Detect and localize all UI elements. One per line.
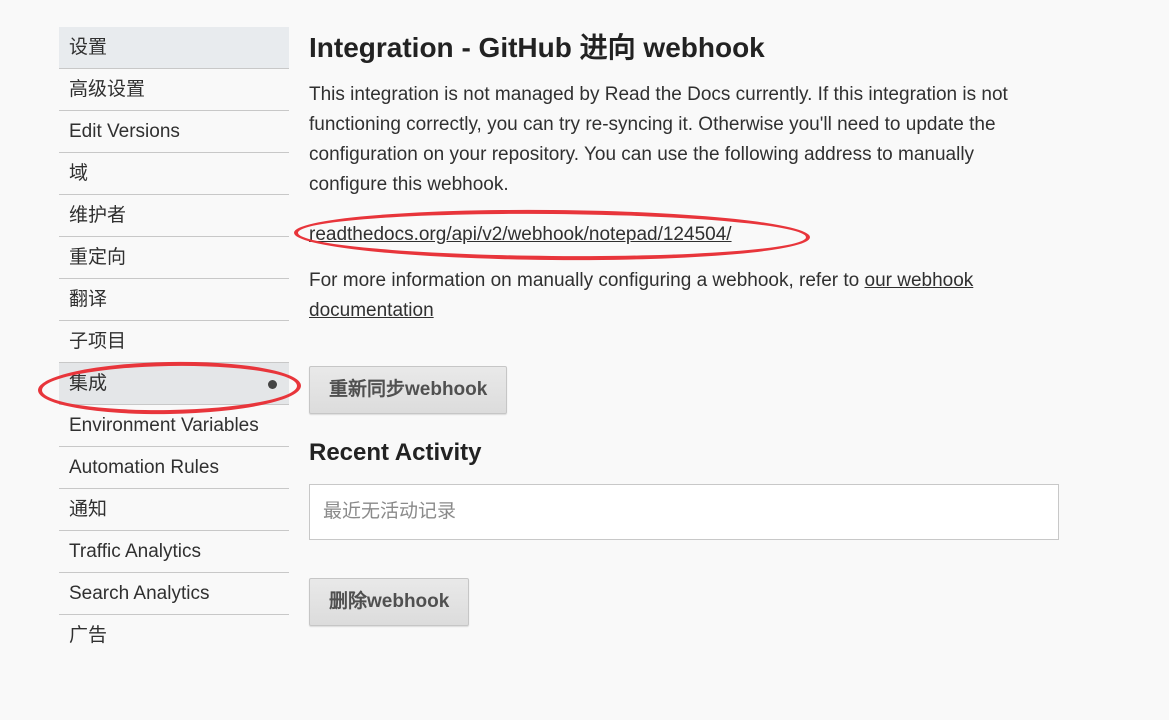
sidebar-nav: 设置 高级设置 Edit Versions 域 维护者 重定向 翻译 子项目 集…	[59, 27, 289, 656]
sidebar-item-environment-variables[interactable]: Environment Variables	[59, 405, 289, 447]
more-info-prefix: For more information on manually configu…	[309, 270, 865, 291]
page-title: Integration - GitHub 进向 webhook	[309, 32, 765, 63]
resync-webhook-button[interactable]: 重新同步webhook	[309, 366, 508, 414]
sidebar-item-translations[interactable]: 翻译	[59, 279, 289, 321]
webhook-url-link[interactable]: readthedocs.org/api/v2/webhook/notepad/1…	[309, 220, 732, 250]
active-indicator-dot	[268, 380, 277, 389]
integration-description: This integration is not managed by Read …	[309, 84, 1008, 195]
more-info-text: For more information on manually configu…	[309, 266, 1049, 326]
sidebar-item-maintainers[interactable]: 维护者	[59, 195, 289, 237]
sidebar-item-domains[interactable]: 域	[59, 153, 289, 195]
recent-activity-title: Recent Activity	[309, 439, 482, 466]
sidebar-item-redirects[interactable]: 重定向	[59, 237, 289, 279]
recent-activity-box: 最近无活动记录	[309, 484, 1059, 540]
sidebar-item-integrations-label: 集成	[69, 373, 108, 394]
sidebar-item-subprojects[interactable]: 子项目	[59, 321, 289, 363]
sidebar-item-notifications[interactable]: 通知	[59, 489, 289, 531]
sidebar-item-settings[interactable]: 设置	[59, 27, 289, 69]
delete-webhook-button[interactable]: 删除webhook	[309, 578, 470, 626]
page: 设置 高级设置 Edit Versions 域 维护者 重定向 翻译 子项目 集…	[0, 0, 1169, 720]
main-content: Integration - GitHub 进向 webhook This int…	[309, 28, 1069, 626]
sidebar-item-edit-versions[interactable]: Edit Versions	[59, 111, 289, 153]
sidebar-item-search-analytics[interactable]: Search Analytics	[59, 573, 289, 615]
sidebar-item-automation-rules[interactable]: Automation Rules	[59, 447, 289, 489]
sidebar-item-advanced-settings[interactable]: 高级设置	[59, 69, 289, 111]
sidebar-item-traffic-analytics[interactable]: Traffic Analytics	[59, 531, 289, 573]
sidebar-item-integrations[interactable]: 集成	[59, 363, 289, 405]
sidebar-item-advertising[interactable]: 广告	[59, 615, 289, 656]
